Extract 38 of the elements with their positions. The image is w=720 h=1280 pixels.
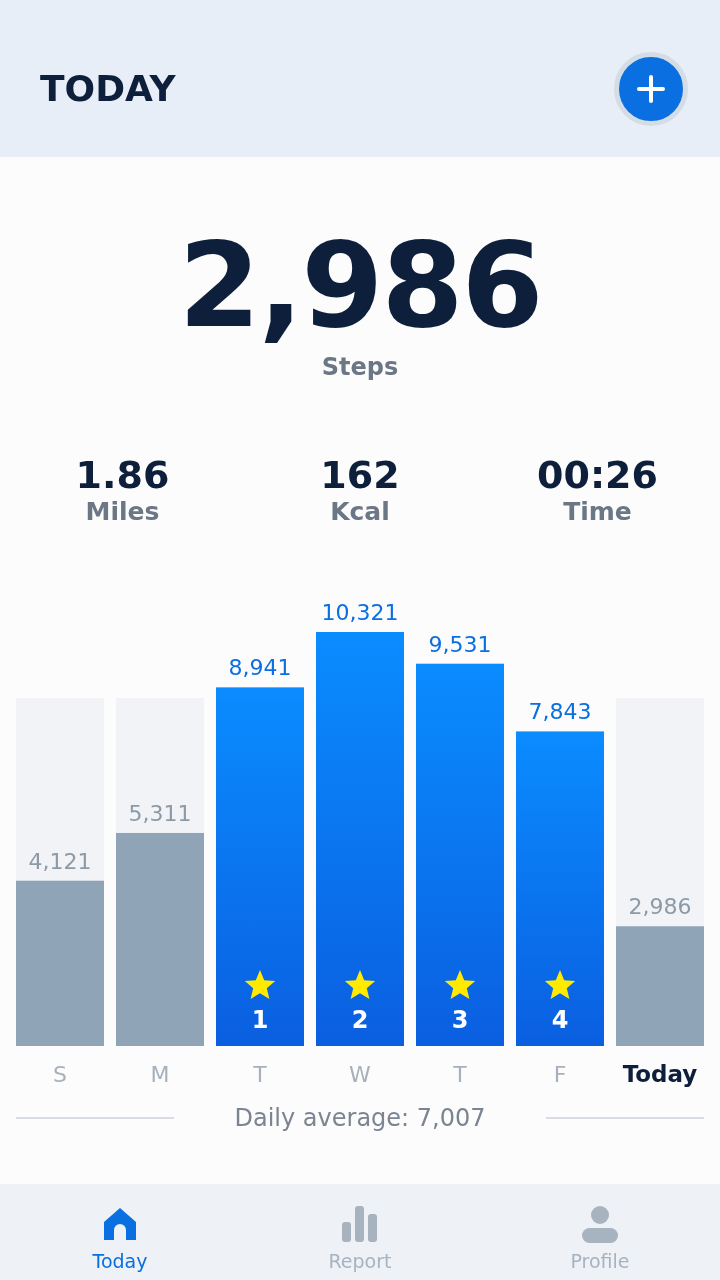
- star-icon: [544, 969, 576, 999]
- nav-tab[interactable]: Profile: [480, 1184, 720, 1280]
- stat-label: Time: [563, 496, 632, 526]
- bar-chart-icon: [340, 1204, 380, 1244]
- rank-number: 3: [451, 1005, 469, 1034]
- value-label: 5,311: [128, 800, 192, 826]
- day-label: Today: [622, 1060, 698, 1087]
- day-label: T: [453, 1061, 467, 1087]
- value-label: 2,986: [628, 893, 692, 919]
- rank-number: 2: [351, 1005, 369, 1034]
- star-icon: [344, 969, 376, 999]
- rank-number: 1: [251, 1005, 269, 1034]
- value-label: 4,121: [28, 848, 92, 874]
- star-icon: [444, 969, 476, 999]
- page-title: TODAY: [40, 68, 176, 109]
- value-label: 8,941: [228, 654, 292, 680]
- daily-average: Daily average: 7,007: [234, 1103, 486, 1132]
- nav-tab[interactable]: Today: [0, 1184, 240, 1280]
- stat-value: 162: [320, 454, 400, 497]
- day-label: M: [150, 1061, 170, 1087]
- person-icon: [580, 1204, 620, 1244]
- value-label: 7,843: [528, 699, 592, 724]
- value-label: 10,321: [321, 599, 399, 625]
- day-label: W: [349, 1061, 371, 1087]
- step-count: 2,986: [178, 221, 542, 351]
- plus-icon: [636, 73, 666, 104]
- step-unit: Steps: [321, 352, 399, 381]
- day-label: S: [53, 1061, 67, 1087]
- star-icon: [244, 969, 276, 999]
- stat-value: 00:26: [537, 454, 658, 497]
- nav-tab[interactable]: Report: [240, 1184, 480, 1280]
- value-label: 9,531: [428, 631, 492, 657]
- day-label: F: [553, 1061, 567, 1087]
- stat-value: 1.86: [75, 454, 170, 497]
- stat-label: Kcal: [330, 496, 390, 526]
- stat-label: Miles: [85, 496, 160, 526]
- rank-number: 4: [551, 1005, 569, 1034]
- day-label: T: [253, 1061, 267, 1087]
